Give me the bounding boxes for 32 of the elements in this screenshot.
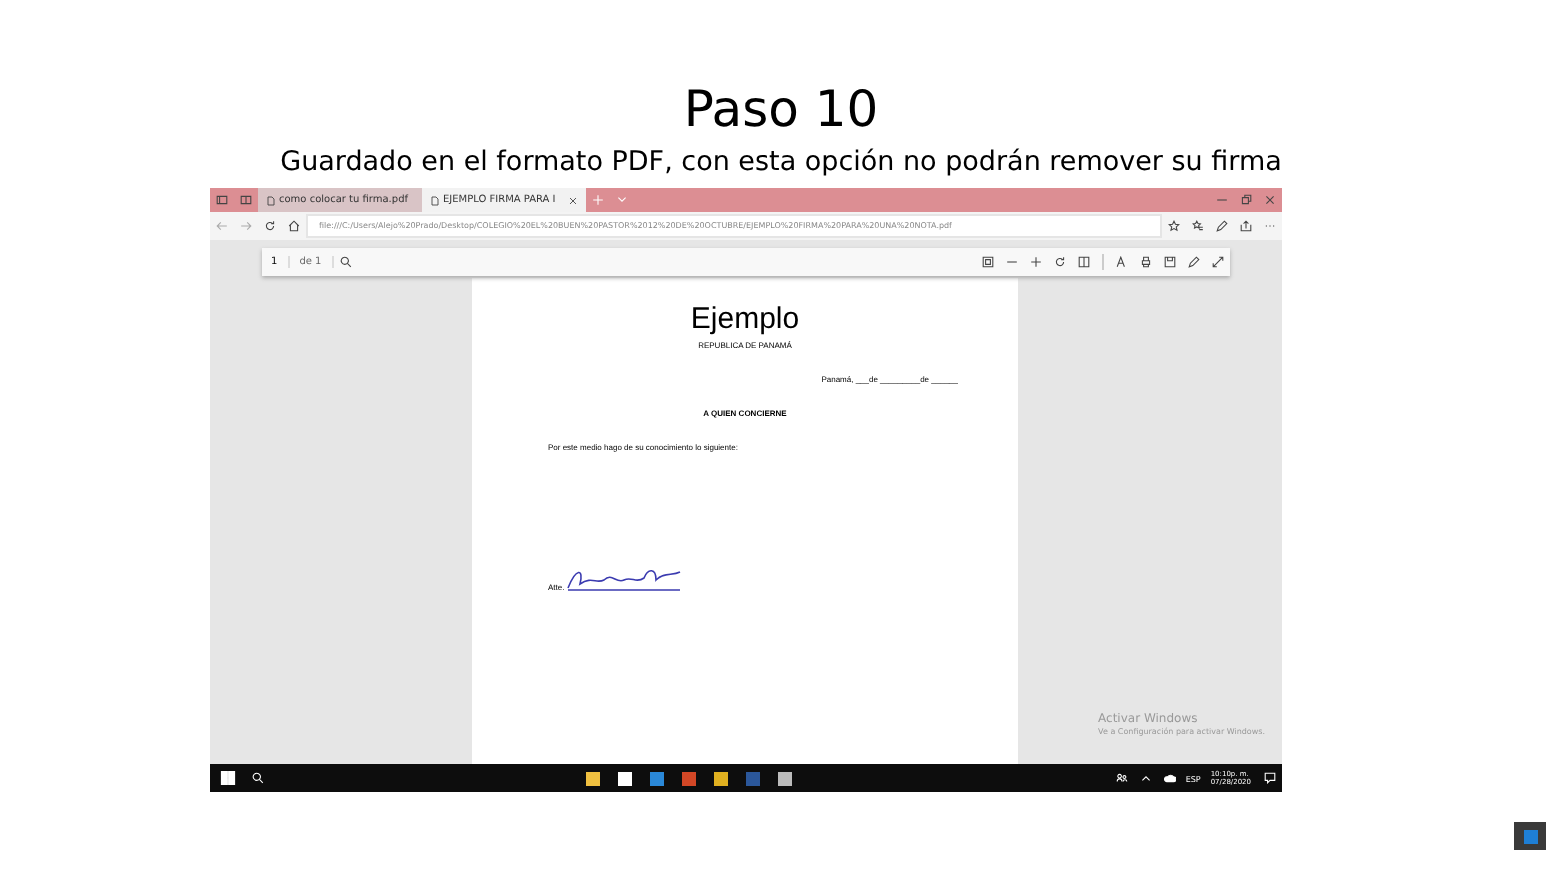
slide-title: Paso 10 [683,80,879,140]
slide-subtitle: Guardado en el formato PDF, con esta opción no podrán remover su firma [280,144,1282,180]
page-view-icon[interactable] [1077,256,1089,268]
close-icon[interactable] [567,195,577,205]
document-icon [265,195,275,205]
close-icon[interactable] [1263,194,1275,206]
signature-drawing [564,564,685,592]
search-icon[interactable] [339,256,352,268]
notification-icon[interactable] [1263,772,1276,784]
refresh-icon[interactable] [263,220,275,232]
favorites-icon[interactable] [1191,220,1203,232]
rotate-icon[interactable] [1053,256,1065,268]
home-icon[interactable] [287,220,299,232]
print-icon[interactable] [1139,256,1151,268]
star-icon[interactable] [1167,220,1179,232]
read-aloud-icon[interactable] [1115,256,1127,268]
document-icon [429,195,439,205]
chevron-up-icon[interactable] [1139,772,1152,784]
fit-icon[interactable] [981,256,993,268]
document-heading: Ejemplo [688,302,802,336]
save-icon[interactable] [1163,256,1175,268]
zoom-out-icon[interactable] [1005,256,1017,268]
tabs-aside-icon[interactable] [215,194,227,206]
tab-preview-icon[interactable] [239,194,251,206]
pen-icon[interactable] [1215,220,1227,232]
cloud-icon[interactable] [1163,772,1176,784]
share-icon[interactable] [1239,220,1251,232]
restore-icon[interactable] [1239,194,1251,206]
people-icon[interactable] [1115,772,1128,784]
expand-icon[interactable] [1211,256,1223,268]
pen-icon[interactable] [1187,256,1199,268]
zoom-in-icon[interactable] [1029,256,1041,268]
